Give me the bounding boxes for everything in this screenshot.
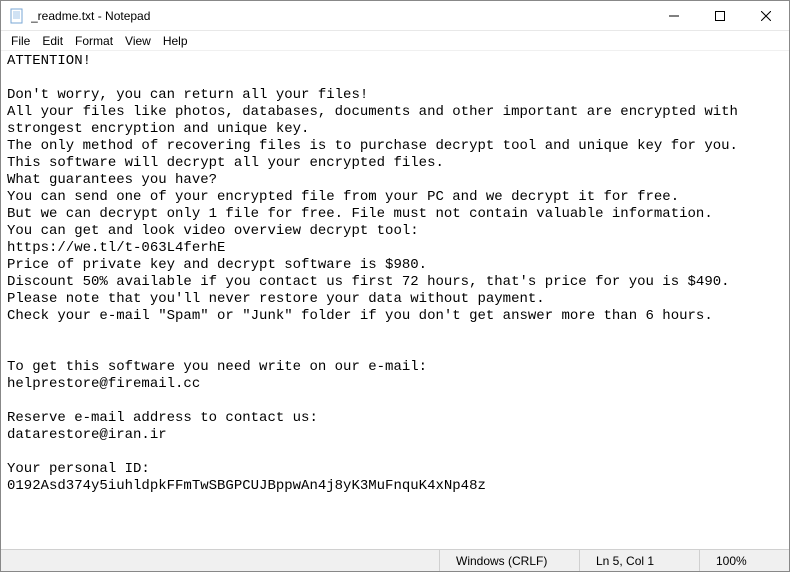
text-area[interactable]: ATTENTION! Don't worry, you can return a… — [1, 51, 789, 549]
statusbar: Windows (CRLF) Ln 5, Col 1 100% — [1, 549, 789, 571]
close-icon — [761, 11, 771, 21]
minimize-icon — [669, 11, 679, 21]
status-cursor: Ln 5, Col 1 — [579, 550, 699, 571]
window-title: _readme.txt - Notepad — [31, 9, 651, 23]
menubar: File Edit Format View Help — [1, 31, 789, 51]
titlebar[interactable]: _readme.txt - Notepad — [1, 1, 789, 31]
minimize-button[interactable] — [651, 1, 697, 30]
notepad-icon — [9, 8, 25, 24]
menu-view[interactable]: View — [119, 33, 157, 49]
notepad-window: _readme.txt - Notepad File Edit Format V… — [0, 0, 790, 572]
window-controls — [651, 1, 789, 30]
menu-help[interactable]: Help — [157, 33, 194, 49]
maximize-icon — [715, 11, 725, 21]
menu-edit[interactable]: Edit — [36, 33, 69, 49]
close-button[interactable] — [743, 1, 789, 30]
maximize-button[interactable] — [697, 1, 743, 30]
status-zoom: 100% — [699, 550, 789, 571]
status-encoding: Windows (CRLF) — [439, 550, 579, 571]
menu-file[interactable]: File — [5, 33, 36, 49]
menu-format[interactable]: Format — [69, 33, 119, 49]
